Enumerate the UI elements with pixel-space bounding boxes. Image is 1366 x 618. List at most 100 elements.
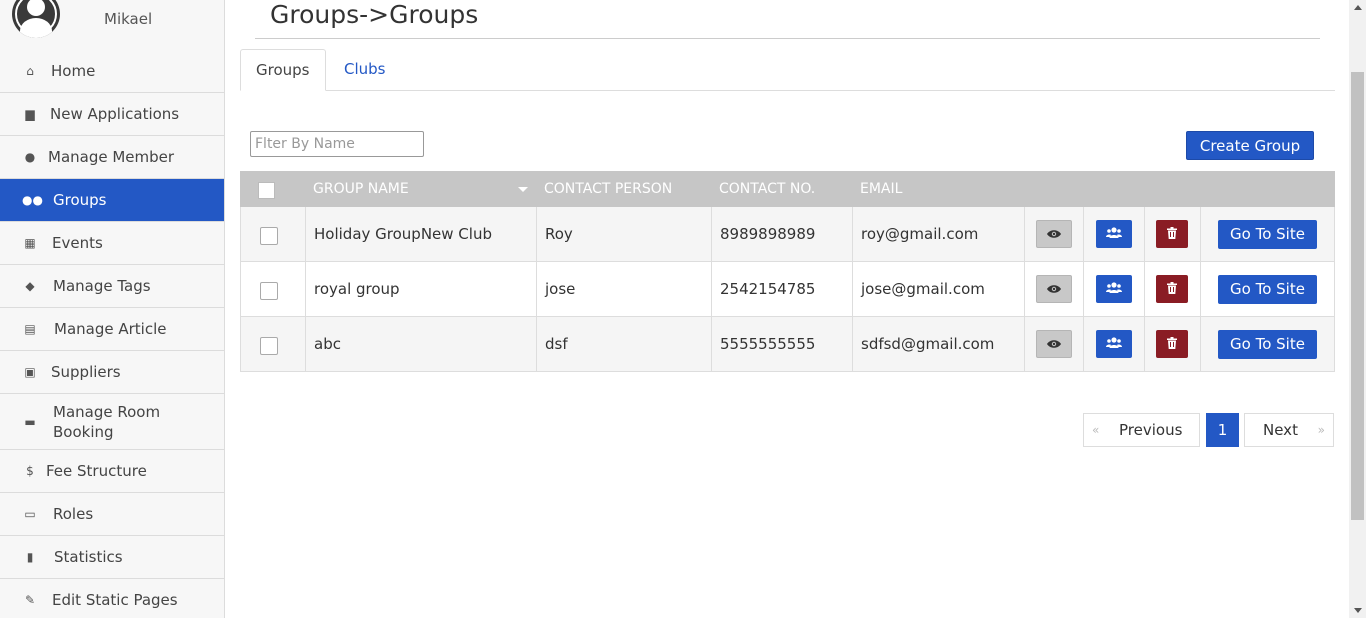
sidebar-item-label: Manage Member	[48, 148, 175, 166]
sidebar-item-edit-static-pages[interactable]: ✎ Edit Static Pages	[0, 579, 224, 618]
contact-person-cell: dsf	[537, 317, 712, 372]
tab-bar: Groups Clubs	[240, 49, 1335, 91]
sidebar-item-label: Groups	[53, 191, 107, 209]
view-button[interactable]	[1036, 275, 1072, 303]
suppliers-icon: ▣	[24, 365, 36, 379]
users-icon	[1106, 317, 1122, 372]
sidebar-item-label: Home	[51, 62, 96, 80]
sidebar-item-roles[interactable]: ▭ Roles	[0, 493, 224, 536]
users-icon: ●●	[22, 193, 43, 207]
eye-icon	[1047, 207, 1061, 262]
pagination-previous[interactable]: « Previous	[1083, 413, 1200, 447]
scroll-up-icon[interactable]	[1354, 5, 1362, 10]
contact-no-cell: 2542154785	[712, 262, 853, 317]
sidebar-item-label: Edit Static Pages	[52, 591, 178, 609]
members-cell	[1084, 262, 1145, 317]
row-select-cell	[241, 262, 306, 317]
sidebar-item-label: Fee Structure	[46, 462, 147, 480]
email-cell: jose@gmail.com	[853, 262, 1025, 317]
scrollbar-thumb[interactable]	[1351, 72, 1364, 520]
trash-icon	[1167, 317, 1177, 372]
sidebar-item-manage-member[interactable]: ● Manage Member	[0, 136, 224, 179]
contact-no-cell: 8989898989	[712, 207, 853, 262]
sidebar-item-manage-room-booking[interactable]: ▬ Manage Room Booking	[0, 394, 224, 450]
sort-desc-icon[interactable]	[518, 187, 528, 192]
go-to-site-button[interactable]: Go To Site	[1218, 330, 1317, 359]
title-divider	[255, 38, 1320, 39]
page-title: Groups->Groups	[270, 0, 479, 29]
users-icon	[1106, 262, 1122, 317]
table-header: GROUP NAME CONTACT PERSON CONTACT NO. EM…	[240, 171, 1335, 207]
contact-no-cell: 5555555555	[712, 317, 853, 372]
sidebar-item-label: Events	[52, 234, 103, 252]
delete-cell	[1145, 262, 1201, 317]
trash-icon	[1167, 262, 1177, 317]
bar-chart-icon: ▮	[26, 550, 34, 564]
sidebar-item-label: Roles	[53, 505, 94, 523]
header-contact-no: CONTACT NO.	[719, 181, 816, 197]
header-email: EMAIL	[860, 181, 903, 197]
avatar[interactable]	[12, 0, 60, 38]
sidebar-item-manage-article[interactable]: ▤ Manage Article	[0, 308, 224, 351]
delete-button[interactable]	[1156, 275, 1188, 303]
sidebar: Mikael ⌂ Home ▆ New Applications ● Manage Mem…	[0, 0, 225, 618]
pagination-previous-label: Previous	[1119, 421, 1183, 439]
row-checkbox[interactable]	[260, 227, 278, 245]
members-button[interactable]	[1096, 330, 1132, 358]
profile-name: Mikael	[104, 10, 153, 28]
email-cell: sdfsd@gmail.com	[853, 317, 1025, 372]
tab-groups[interactable]: Groups	[240, 49, 326, 91]
calendar-icon: ▦	[24, 236, 36, 250]
sidebar-item-fee-structure[interactable]: $ Fee Structure	[0, 450, 224, 493]
row-checkbox[interactable]	[260, 337, 278, 355]
filter-by-name-input[interactable]	[250, 131, 424, 157]
select-all-checkbox[interactable]	[258, 182, 275, 199]
pagination: « Previous 1 Next »	[240, 413, 1335, 447]
main-content: Groups->Groups Groups Clubs Create Group…	[240, 0, 1335, 618]
sidebar-item-events[interactable]: ▦ Events	[0, 222, 224, 265]
sidebar-item-label: New Applications	[50, 105, 180, 123]
sidebar-nav: ⌂ Home ▆ New Applications ● Manage Member ●● Gr…	[0, 50, 224, 618]
file-icon: ▆	[25, 107, 35, 121]
delete-button[interactable]	[1156, 330, 1188, 358]
newspaper-icon: ▤	[24, 322, 36, 336]
delete-button[interactable]	[1156, 220, 1188, 248]
row-checkbox[interactable]	[260, 282, 278, 300]
sidebar-item-label: Statistics	[54, 548, 123, 566]
sidebar-item-home[interactable]: ⌂ Home	[0, 50, 224, 93]
sidebar-item-manage-tags[interactable]: ◆ Manage Tags	[0, 265, 224, 308]
go-to-site-button[interactable]: Go To Site	[1218, 275, 1317, 304]
header-group-name[interactable]: GROUP NAME	[313, 171, 409, 207]
sidebar-item-new-applications[interactable]: ▆ New Applications	[0, 93, 224, 136]
tab-clubs[interactable]: Clubs	[329, 49, 400, 91]
members-button[interactable]	[1096, 275, 1132, 303]
go-to-site-button[interactable]: Go To Site	[1218, 220, 1317, 249]
vertical-scrollbar[interactable]	[1349, 0, 1366, 618]
view-button[interactable]	[1036, 330, 1072, 358]
header-contact-person: CONTACT PERSON	[544, 181, 673, 197]
prev-guillemet-icon: «	[1092, 423, 1100, 437]
pagination-next[interactable]: Next »	[1244, 413, 1334, 447]
next-guillemet-icon: »	[1317, 423, 1325, 437]
scroll-down-icon[interactable]	[1354, 608, 1362, 613]
id-card-icon: ▭	[24, 507, 36, 521]
row-select-cell	[241, 317, 306, 372]
view-button[interactable]	[1036, 220, 1072, 248]
sidebar-item-groups[interactable]: ●● Groups	[0, 179, 224, 222]
delete-cell	[1145, 207, 1201, 262]
members-button[interactable]	[1096, 220, 1132, 248]
group-name-cell: abc	[306, 317, 537, 372]
sidebar-item-label: Suppliers	[51, 363, 121, 381]
view-cell	[1025, 262, 1084, 317]
create-group-button[interactable]: Create Group	[1186, 131, 1314, 160]
pagination-page-current[interactable]: 1	[1206, 413, 1239, 447]
group-name-cell: Holiday GroupNew Club	[306, 207, 537, 262]
group-name-cell: royal group	[306, 262, 537, 317]
table-row: Holiday GroupNew Club Roy 8989898989 roy@gm…	[240, 207, 1335, 262]
view-cell	[1025, 207, 1084, 262]
delete-cell	[1145, 317, 1201, 372]
sidebar-item-suppliers[interactable]: ▣ Suppliers	[0, 351, 224, 394]
email-cell: roy@gmail.com	[853, 207, 1025, 262]
sidebar-item-statistics[interactable]: ▮ Statistics	[0, 536, 224, 579]
pagination-next-label: Next	[1263, 421, 1298, 439]
